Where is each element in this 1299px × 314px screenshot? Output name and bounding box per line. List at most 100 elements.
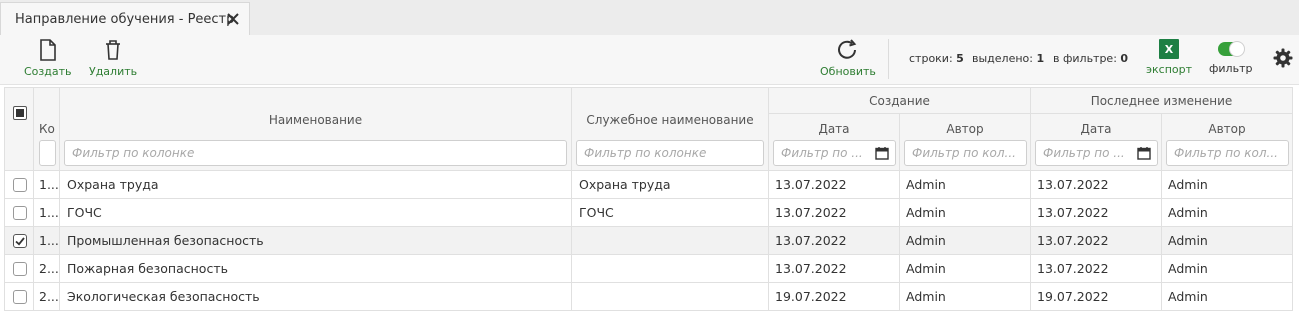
filter-input-created-date-placeholder: Фильтр по ... <box>781 146 863 160</box>
filter-label: фильтр <box>1209 62 1253 75</box>
cell-name: Охрана труда <box>60 171 572 199</box>
excel-icon: X <box>1159 39 1180 59</box>
rows-count: строки: 5 <box>909 52 964 65</box>
cell-modified-date: 19.07.2022 <box>1031 283 1162 311</box>
cell-modified-author: Admin <box>1162 255 1293 283</box>
row-select-cell[interactable] <box>4 227 34 255</box>
cell-name: ГОЧС <box>60 199 572 227</box>
cell-created-author: Admin <box>900 171 1031 199</box>
column-header-created-date[interactable]: Дата <box>769 114 900 143</box>
cell-created-author: Admin <box>900 227 1031 255</box>
column-header-modified-date-label: Дата <box>1080 121 1112 136</box>
delete-button[interactable]: Удалить <box>89 39 137 78</box>
filter-input-modified-date[interactable]: Фильтр по ... <box>1035 140 1158 166</box>
cell-service-name <box>572 255 769 283</box>
delete-label: Удалить <box>89 65 138 78</box>
cell-modified-date: 13.07.2022 <box>1031 227 1162 255</box>
registry-grid: Ко Наименование Служебное наименование С… <box>4 87 1295 314</box>
tab-bar: Направление обучения - Реестр <box>0 0 1299 35</box>
row-checkbox[interactable] <box>13 289 27 304</box>
cell-name: Промышленная безопасность <box>60 227 572 255</box>
cell-service-name <box>572 227 769 255</box>
create-label: Создать <box>24 65 72 78</box>
calendar-icon[interactable] <box>1137 146 1151 160</box>
filtered-count-value: 0 <box>1120 52 1129 65</box>
filtered-count-label: в фильтре: <box>1053 52 1117 65</box>
close-icon[interactable] <box>225 11 241 27</box>
cell-created-author: Admin <box>900 283 1031 311</box>
select-all-header <box>4 87 34 171</box>
toolbar: Создать Удалить Обновить строки: 5 выдел… <box>0 35 1299 85</box>
column-header-service-name[interactable]: Служебное наименование <box>572 87 769 143</box>
gear-icon[interactable] <box>1273 48 1293 68</box>
cell-modified-author: Admin <box>1162 283 1293 311</box>
trash-icon <box>106 40 121 60</box>
cell-created-date: 13.07.2022 <box>769 255 900 283</box>
filter-toggle[interactable]: фильтр <box>1209 39 1252 75</box>
column-header-created-date-label: Дата <box>818 121 850 136</box>
filter-input-created-author[interactable]: Фильтр по кол... <box>904 140 1027 166</box>
rows-count-value: 5 <box>956 52 964 65</box>
refresh-label: Обновить <box>820 65 876 78</box>
cell-code: 2... <box>34 255 60 283</box>
row-checkbox[interactable] <box>13 261 27 276</box>
row-select-cell[interactable] <box>4 171 34 199</box>
filter-input-modified-date-placeholder: Фильтр по ... <box>1043 146 1125 160</box>
column-header-code-label: Ко <box>39 122 55 136</box>
row-select-cell[interactable] <box>4 283 34 311</box>
cell-code: 1... <box>34 171 60 199</box>
selected-count-value: 1 <box>1036 52 1045 65</box>
row-select-cell[interactable] <box>4 255 34 283</box>
tab-registry[interactable]: Направление обучения - Реестр <box>0 2 250 35</box>
column-group-created-label: Создание <box>869 93 930 108</box>
row-checkbox[interactable] <box>13 205 27 220</box>
refresh-icon <box>837 39 857 59</box>
cell-modified-date: 13.07.2022 <box>1031 171 1162 199</box>
column-header-created-author[interactable]: Автор <box>900 114 1031 143</box>
row-checkbox[interactable] <box>13 233 27 248</box>
filter-input-service-name[interactable]: Фильтр по колонке <box>576 140 764 166</box>
row-checkbox[interactable] <box>13 177 27 192</box>
column-header-modified-author[interactable]: Автор <box>1162 114 1293 143</box>
selected-count: выделено: 1 <box>972 52 1044 65</box>
column-header-name[interactable]: Наименование <box>60 87 572 143</box>
toolbar-divider <box>888 39 889 79</box>
filter-input-created-date[interactable]: Фильтр по ... <box>773 140 896 166</box>
column-header-name-label: Наименование <box>268 113 363 127</box>
cell-name: Пожарная безопасность <box>60 255 572 283</box>
rows-count-label: строки: <box>909 52 953 65</box>
column-group-modified-label: Последнее изменение <box>1090 93 1233 108</box>
cell-created-author: Admin <box>900 199 1031 227</box>
filter-input-code[interactable] <box>39 140 56 166</box>
cell-service-name: ГОЧС <box>572 199 769 227</box>
cell-modified-date: 13.07.2022 <box>1031 199 1162 227</box>
refresh-button[interactable]: Обновить <box>820 39 876 78</box>
cell-modified-author: Admin <box>1162 171 1293 199</box>
filtered-count: в фильтре: 0 <box>1053 52 1128 65</box>
row-select-cell[interactable] <box>4 199 34 227</box>
cell-service-name <box>572 283 769 311</box>
create-button[interactable]: Создать <box>24 39 72 78</box>
column-header-created-author-label: Автор <box>946 121 984 136</box>
selected-count-label: выделено: <box>972 52 1033 65</box>
cell-service-name: Охрана труда <box>572 171 769 199</box>
check-icon <box>15 236 25 246</box>
cell-created-date: 13.07.2022 <box>769 171 900 199</box>
column-header-modified-date[interactable]: Дата <box>1031 114 1162 143</box>
column-header-service-name-label: Служебное наименование <box>586 113 754 127</box>
export-button[interactable]: X экспорт <box>1146 39 1192 76</box>
cell-created-author: Admin <box>900 255 1031 283</box>
cell-created-date: 13.07.2022 <box>769 199 900 227</box>
filter-input-modified-author[interactable]: Фильтр по кол... <box>1166 140 1289 166</box>
toggle-switch[interactable] <box>1217 41 1245 57</box>
new-document-icon <box>39 39 56 61</box>
cell-created-date: 19.07.2022 <box>769 283 900 311</box>
column-header-modified-author-label: Автор <box>1208 121 1246 136</box>
filter-input-name[interactable]: Фильтр по колонке <box>64 140 567 166</box>
calendar-icon[interactable] <box>875 146 889 160</box>
select-all-checkbox[interactable] <box>13 106 27 120</box>
column-group-modified: Последнее изменение <box>1031 87 1293 114</box>
cell-code: 2... <box>34 283 60 311</box>
cell-modified-author: Admin <box>1162 199 1293 227</box>
cell-code: 1... <box>34 199 60 227</box>
